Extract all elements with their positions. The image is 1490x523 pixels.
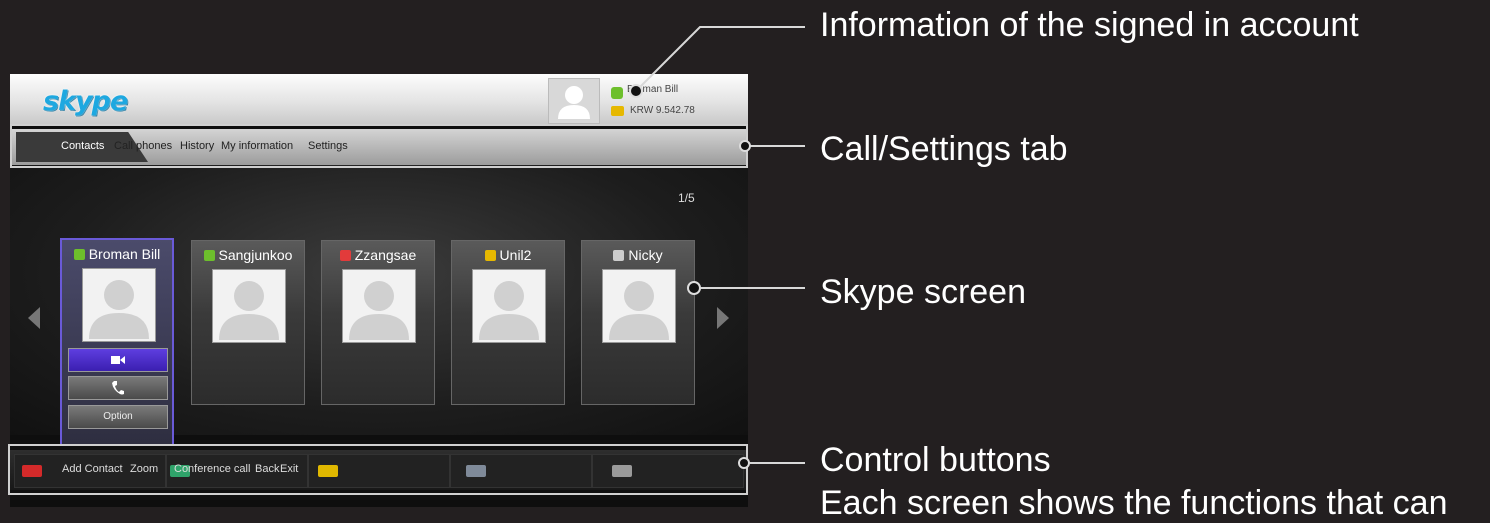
callout-lines [629,26,805,469]
annotation-screen: Skype screen [820,273,1026,311]
annotation-tabs: Call/Settings tab [820,130,1068,168]
annotation-account: Information of the signed in account [820,6,1359,44]
annotation-controls: Control buttons [820,441,1051,479]
annotation-controls-sub: Each screen shows the functions that can [820,484,1448,522]
